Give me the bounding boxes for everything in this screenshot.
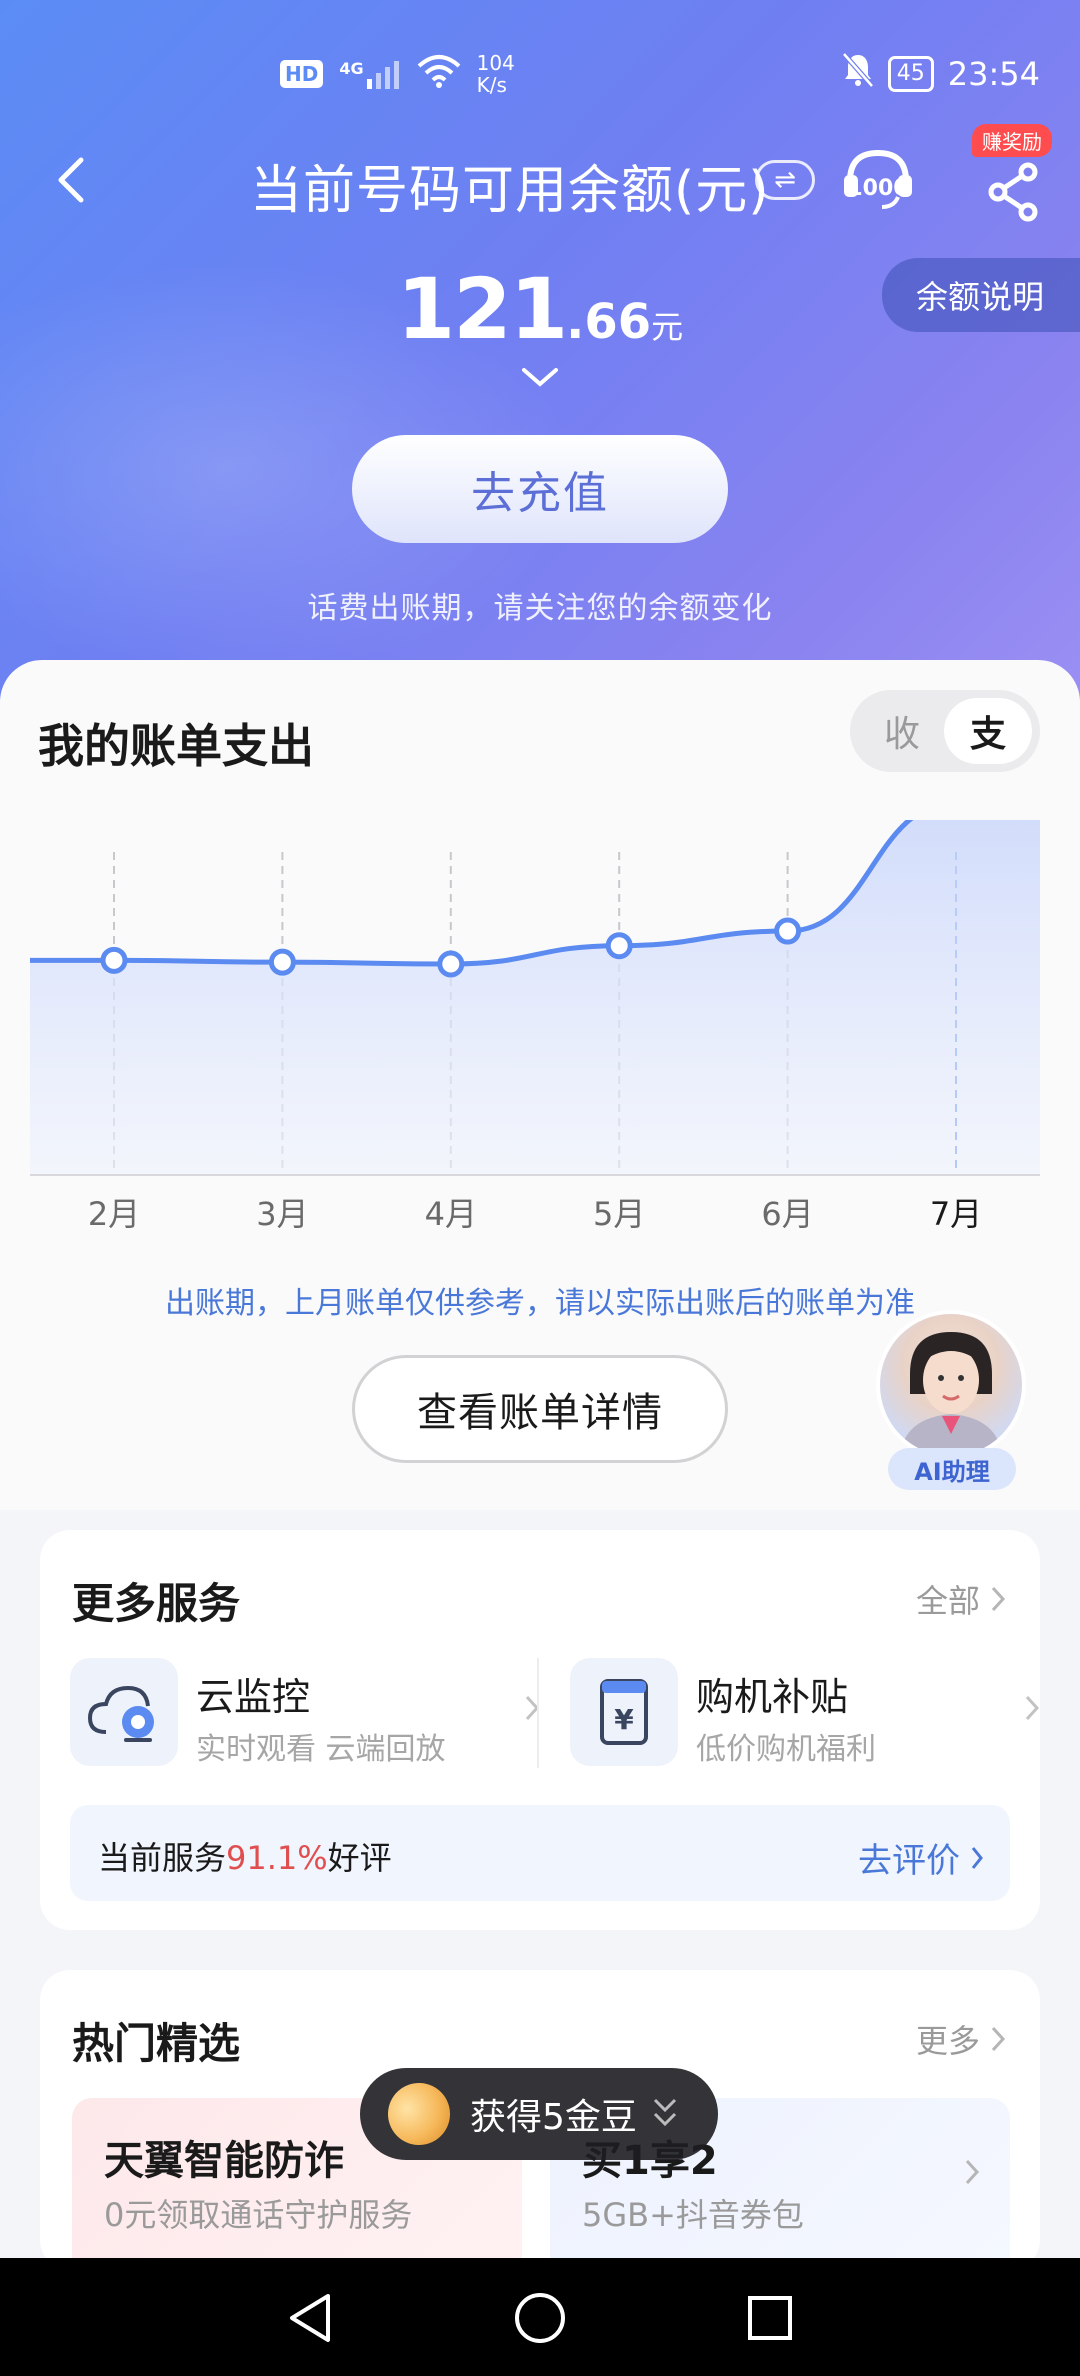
cloud-camera-icon [70,1658,178,1766]
promo-title: 天翼智能防诈 [104,2138,344,2184]
share-button[interactable]: 赚奖励 [960,124,1060,230]
service-name: 云监控 [196,1675,311,1719]
chevron-right-icon [971,1846,983,1869]
triangle-back-icon [290,2294,330,2342]
services-all-link[interactable]: 全部 [916,1576,1006,1622]
nav-back-button[interactable] [280,2288,340,2348]
speed-unit: K/s [476,73,507,97]
chart-point [268,948,296,976]
balance-unit: 元 [651,308,684,346]
bill-detail-button[interactable]: 查看账单详情 [352,1355,728,1463]
circle-home-icon [515,2293,565,2343]
ai-avatar [876,1310,1026,1460]
recharge-button[interactable]: 去充值 [352,435,728,543]
service-sub: 实时观看 云端回放 [196,1732,446,1767]
square-recents-icon [748,2296,792,2340]
balance-decimal: .66 [566,294,652,350]
hot-picks-more-label: 更多 [915,2022,980,2060]
chart-tick-label: 4月 [425,1195,477,1233]
services-all-label: 全部 [915,1582,980,1620]
chart-tick-label: 5月 [593,1195,645,1233]
back-button[interactable] [40,150,100,210]
network-label: 4G [339,59,364,78]
title-bar: 当前号码可用余额(元) ⇌ 1000 赚奖励 [0,124,1080,230]
rating-percent: 91.1% [226,1839,328,1877]
chart-point [605,932,633,960]
balance-integer: 121 [396,260,568,358]
service-item-phone-subsidy[interactable]: ¥ 购机补贴 低价购机福利 [570,1658,1040,1778]
chevron-down-icon[interactable] [520,362,560,392]
gold-bean-toast[interactable]: 获得5金豆 [360,2068,718,2160]
status-bar: HD 4G 104 K/s 45 23:54 [0,0,1080,140]
wifi-icon [417,54,461,94]
ai-assistant-label: AI助理 [888,1448,1016,1490]
services-divider [537,1658,539,1768]
customer-service-icon[interactable]: 1000 [838,145,918,215]
double-chevron-down-icon [653,2098,676,2127]
services-title: 更多服务 [72,1579,241,1628]
chevron-right-icon [965,2159,980,2185]
bill-chart: 2月3月4月5月6月7月-44 [29,820,1040,1233]
chart-point [774,917,802,945]
mute-bell-icon [841,52,874,96]
more-services-card: 更多服务 全部 云监控 实时观看 云端回放 ¥ 购机补贴 低价购机福利 当前服务… [40,1530,1040,1930]
service-sub: 低价购机福利 [696,1732,876,1767]
system-nav-bar [0,2258,1080,2376]
hero-note: 话费出账期，请关注您的余额变化 [307,591,773,626]
chart-tick-label: 3月 [256,1195,308,1233]
chart-point [100,946,128,974]
gold-bean-icon [379,2074,459,2154]
service-rating-bar: 当前服务91.1%好评 去评价 [70,1805,1010,1901]
balance-amount[interactable]: 121.66元 [0,260,1080,358]
rating-prefix: 当前服务 [98,1839,227,1877]
network-speed: 104 K/s [477,52,515,96]
signal-icon: 4G [339,59,400,89]
ai-assistant-button[interactable]: AI助理 [876,1310,1026,1490]
chart-area-fill [30,820,1040,1175]
switch-number-icon[interactable]: ⇌ [755,160,815,200]
speed-value: 104 [476,51,515,75]
service-name: 购机补贴 [696,1675,849,1719]
bill-title: 我的账单支出 [38,719,314,773]
reward-badge: 赚奖励 [972,124,1052,157]
toggle-expense[interactable]: 支 [944,698,1032,764]
toast-text: 获得5金豆 [470,2097,637,2138]
toggle-income[interactable]: 收 [858,698,946,764]
chevron-right-icon [1025,1695,1040,1721]
rate-service-link[interactable]: 去评价 [858,1833,984,1882]
bill-card: 我的账单支出 收 支 2月3月4月5月6月7月-44 出账期，上月账单仅供参考，… [0,660,1080,1510]
rate-service-label: 去评价 [858,1841,960,1881]
service-item-cloud-monitor[interactable]: 云监控 实时观看 云端回放 [70,1658,540,1778]
hot-picks-title: 热门精选 [72,2019,241,2068]
promo-sub: 0元领取通话守护服务 [104,2196,413,2234]
chart-tick-label: 2月 [88,1195,140,1233]
hd-badge: HD [280,60,324,88]
chevron-right-icon [991,2026,1006,2052]
chart-tick-label: 7月 [930,1195,982,1233]
share-icon [988,162,1038,222]
chevron-right-icon [991,1586,1006,1612]
hot-picks-more-link[interactable]: 更多 [916,2016,1006,2062]
phone-yuan-icon: ¥ [570,1658,678,1766]
nav-home-button[interactable] [510,2288,570,2348]
income-expense-toggle[interactable]: 收 支 [850,690,1040,772]
chevron-left-icon [58,157,84,203]
svg-text:¥: ¥ [614,1703,634,1736]
rating-suffix: 好评 [327,1839,392,1877]
clock: 23:54 [947,55,1040,93]
nav-recents-button[interactable] [740,2288,800,2348]
promo-sub: 5GB+抖音券包 [582,2196,804,2234]
chart-tick-label: 6月 [761,1195,813,1233]
page-title: 当前号码可用余额(元) [250,161,770,221]
chart-point [437,950,465,978]
svg-text:1000: 1000 [847,176,908,201]
battery-icon: 45 [887,56,934,92]
rating-text: 当前服务91.1%好评 [98,1833,392,1879]
